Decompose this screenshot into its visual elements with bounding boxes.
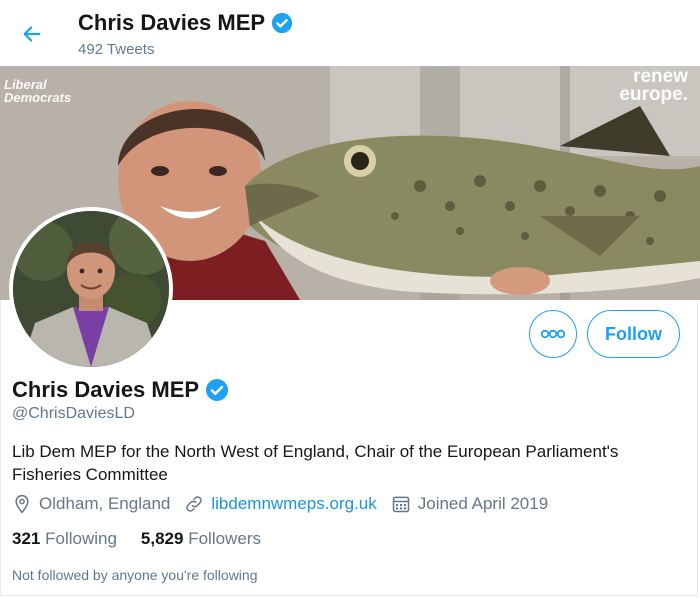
following-stat[interactable]: 321 Following [12, 529, 117, 549]
website-link[interactable]: libdemnwmeps.org.uk [211, 494, 376, 514]
profile-handle: @ChrisDaviesLD [12, 405, 135, 422]
location-pin-icon [15, 494, 29, 514]
brand-right-line2: europe. [619, 84, 688, 105]
back-arrow-icon [23, 26, 41, 42]
joined-item: Joined April 2019 [391, 494, 548, 514]
follow-button[interactable]: Follow [587, 310, 680, 358]
location-text: Oldham, England [39, 494, 171, 513]
header-title: Chris Davies MEP [78, 10, 293, 36]
calendar-icon [392, 496, 409, 513]
profile-stats: 321 Following 5,829 Followers [12, 529, 285, 549]
link-icon [186, 496, 203, 512]
more-options-button[interactable] [529, 310, 577, 358]
website-item[interactable]: libdemnwmeps.org.uk [184, 494, 377, 514]
avatar[interactable] [9, 207, 173, 371]
joined-text: Joined April 2019 [417, 494, 549, 513]
tweet-count: 492 Tweets [78, 41, 155, 58]
location-item: Oldham, England [12, 494, 170, 514]
profile-header: Chris Davies MEP 492 Tweets [0, 0, 700, 66]
renew-europe-logo: renew europe. [619, 67, 688, 105]
back-button[interactable] [14, 16, 50, 52]
profile-name-text: Chris Davies MEP [12, 377, 200, 402]
verified-badge-icon [206, 379, 229, 401]
avatar-photo [13, 211, 169, 367]
followers-count: 5,829 [140, 529, 184, 548]
profile-name: Chris Davies MEP [12, 377, 229, 403]
liberal-democrats-logo: Liberal Democrats [4, 78, 71, 104]
profile-meta: Oldham, England libdemnwmeps.org.uk Join… [12, 494, 562, 514]
followers-stat[interactable]: 5,829 Followers [141, 529, 261, 549]
header-name: Chris Davies MEP [78, 10, 266, 35]
profile-bio: Lib Dem MEP for the North West of Englan… [12, 442, 619, 484]
followers-label: Followers [188, 529, 261, 548]
mutual-followers-note: Not followed by anyone you're following [12, 567, 258, 583]
following-count: 321 [12, 529, 41, 548]
verified-badge-icon [271, 12, 293, 34]
brand-left-line2: Democrats [4, 90, 72, 105]
following-label: Following [45, 529, 117, 548]
more-dots-icon [540, 329, 566, 339]
